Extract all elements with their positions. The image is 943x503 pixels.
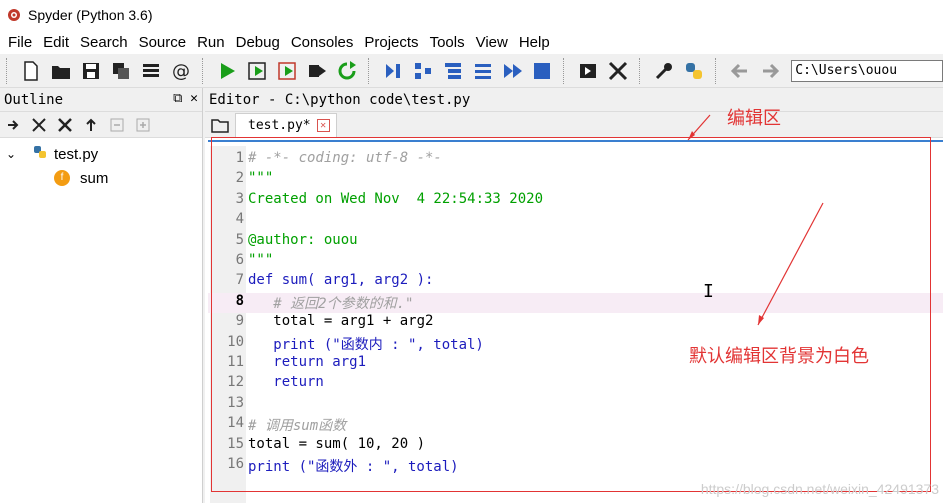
text-cursor-icon: I bbox=[703, 281, 714, 302]
annotation-edit-area: 编辑区 bbox=[727, 108, 781, 129]
annotation-arrows bbox=[687, 114, 824, 326]
annotation-default-bg: 默认编辑区背景为白色 bbox=[689, 346, 869, 367]
watermark: https://blog.csdn.net/weixin_42491373 bbox=[700, 481, 939, 497]
